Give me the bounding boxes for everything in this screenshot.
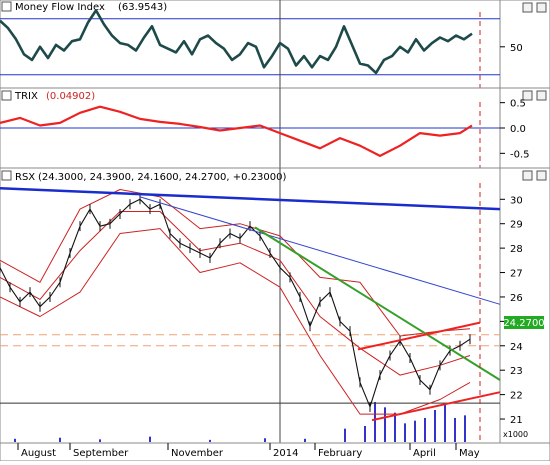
x-tick-label: November [171, 448, 224, 459]
volume-bar [344, 428, 346, 442]
trix-y-tick-label: 0.0 [510, 124, 526, 135]
x-tick-label: 2014 [273, 448, 298, 459]
panel-trix-value: (0.04902) [46, 91, 95, 102]
rsx-y-tick-label: 28 [510, 244, 523, 255]
trix-y-tick-label: -0.5 [510, 149, 530, 160]
volume-bar [464, 415, 466, 442]
panel-rsx-title: RSX [15, 172, 35, 183]
panel-rsx-maximize-button[interactable] [522, 170, 533, 181]
panel-trix-collapse-box[interactable] [1, 90, 12, 101]
panel-mfi-maximize-button[interactable] [522, 2, 533, 13]
panel-mfi-axis-area [499, 0, 550, 89]
x-tick-label: February [318, 448, 362, 459]
panel-rsx: RSX (24.3000, 24.3900, 24.1600, 24.2700,… [0, 167, 550, 444]
x-tick-label: May [459, 448, 480, 459]
rsx-y-tick-label: 22 [510, 391, 523, 402]
panel-trix-title: TRIX [14, 91, 38, 102]
panel-mfi-collapse-box[interactable] [1, 1, 12, 12]
volume-bar [209, 439, 211, 442]
volume-bar [434, 410, 436, 442]
rsx-y-tick-label: 23 [510, 366, 523, 377]
trix-y-tick-label: 0.5 [510, 99, 526, 110]
volume-bar [99, 439, 101, 442]
panel-rsx-close-button[interactable] [536, 170, 547, 181]
rsx-y-tick-label: 24 [510, 342, 523, 353]
x-tick-label: April [413, 448, 436, 459]
panel-rsx-frame [0, 167, 501, 444]
volume-bar [394, 412, 396, 442]
panel-rsx-axis-area [499, 167, 550, 444]
volume-bar [264, 438, 266, 442]
volume-bar [304, 438, 306, 442]
chart-root: Money Flow Index (63.9543) 50 TRIX (0.04… [0, 0, 550, 462]
volume-bar [374, 402, 376, 442]
rsx-y-tick-label: 26 [510, 293, 523, 304]
volume-bar [454, 418, 456, 442]
volume-unit-label: x1000 [503, 430, 528, 439]
volume-bar [444, 404, 446, 442]
panel-trix-close-button[interactable] [536, 90, 547, 101]
volume-bar [414, 420, 416, 442]
panel-mfi-close-button[interactable] [536, 2, 547, 13]
volume-bar [14, 438, 16, 442]
panel-mfi-value: (63.9543) [118, 2, 167, 13]
panel-rsx-collapse-box[interactable] [1, 170, 12, 181]
volume-bar [384, 407, 386, 442]
mfi-y-tick-label: 50 [510, 43, 523, 54]
volume-bar [364, 426, 366, 442]
last-price-label: 24.2700 [503, 318, 544, 329]
panel-money-flow-index: Money Flow Index (63.9543) 50 [0, 0, 550, 89]
volume-bar [59, 437, 61, 442]
volume-bar [404, 423, 406, 442]
rsx-y-tick-label: 21 [510, 415, 523, 426]
volume-bar [149, 436, 151, 442]
chart-canvas: Money Flow Index (63.9543) 50 TRIX (0.04… [0, 0, 550, 462]
panel-trix: TRIX (0.04902) 0.5 0.0 -0.5 [0, 87, 550, 169]
x-axis: August September November 2014 February April… [0, 442, 550, 462]
volume-bar [424, 418, 426, 442]
panel-rsx-ohlc: (24.3000, 24.3900, 24.1600, 24.2700, +0.… [38, 172, 286, 183]
rsx-y-tick-label: 30 [510, 195, 523, 206]
x-tick-label: September [73, 448, 129, 459]
x-tick-label: August [21, 448, 56, 459]
panel-mfi-title: Money Flow Index [15, 2, 105, 13]
rsx-y-tick-label: 29 [510, 220, 523, 231]
rsx-y-tick-label: 27 [510, 269, 523, 280]
